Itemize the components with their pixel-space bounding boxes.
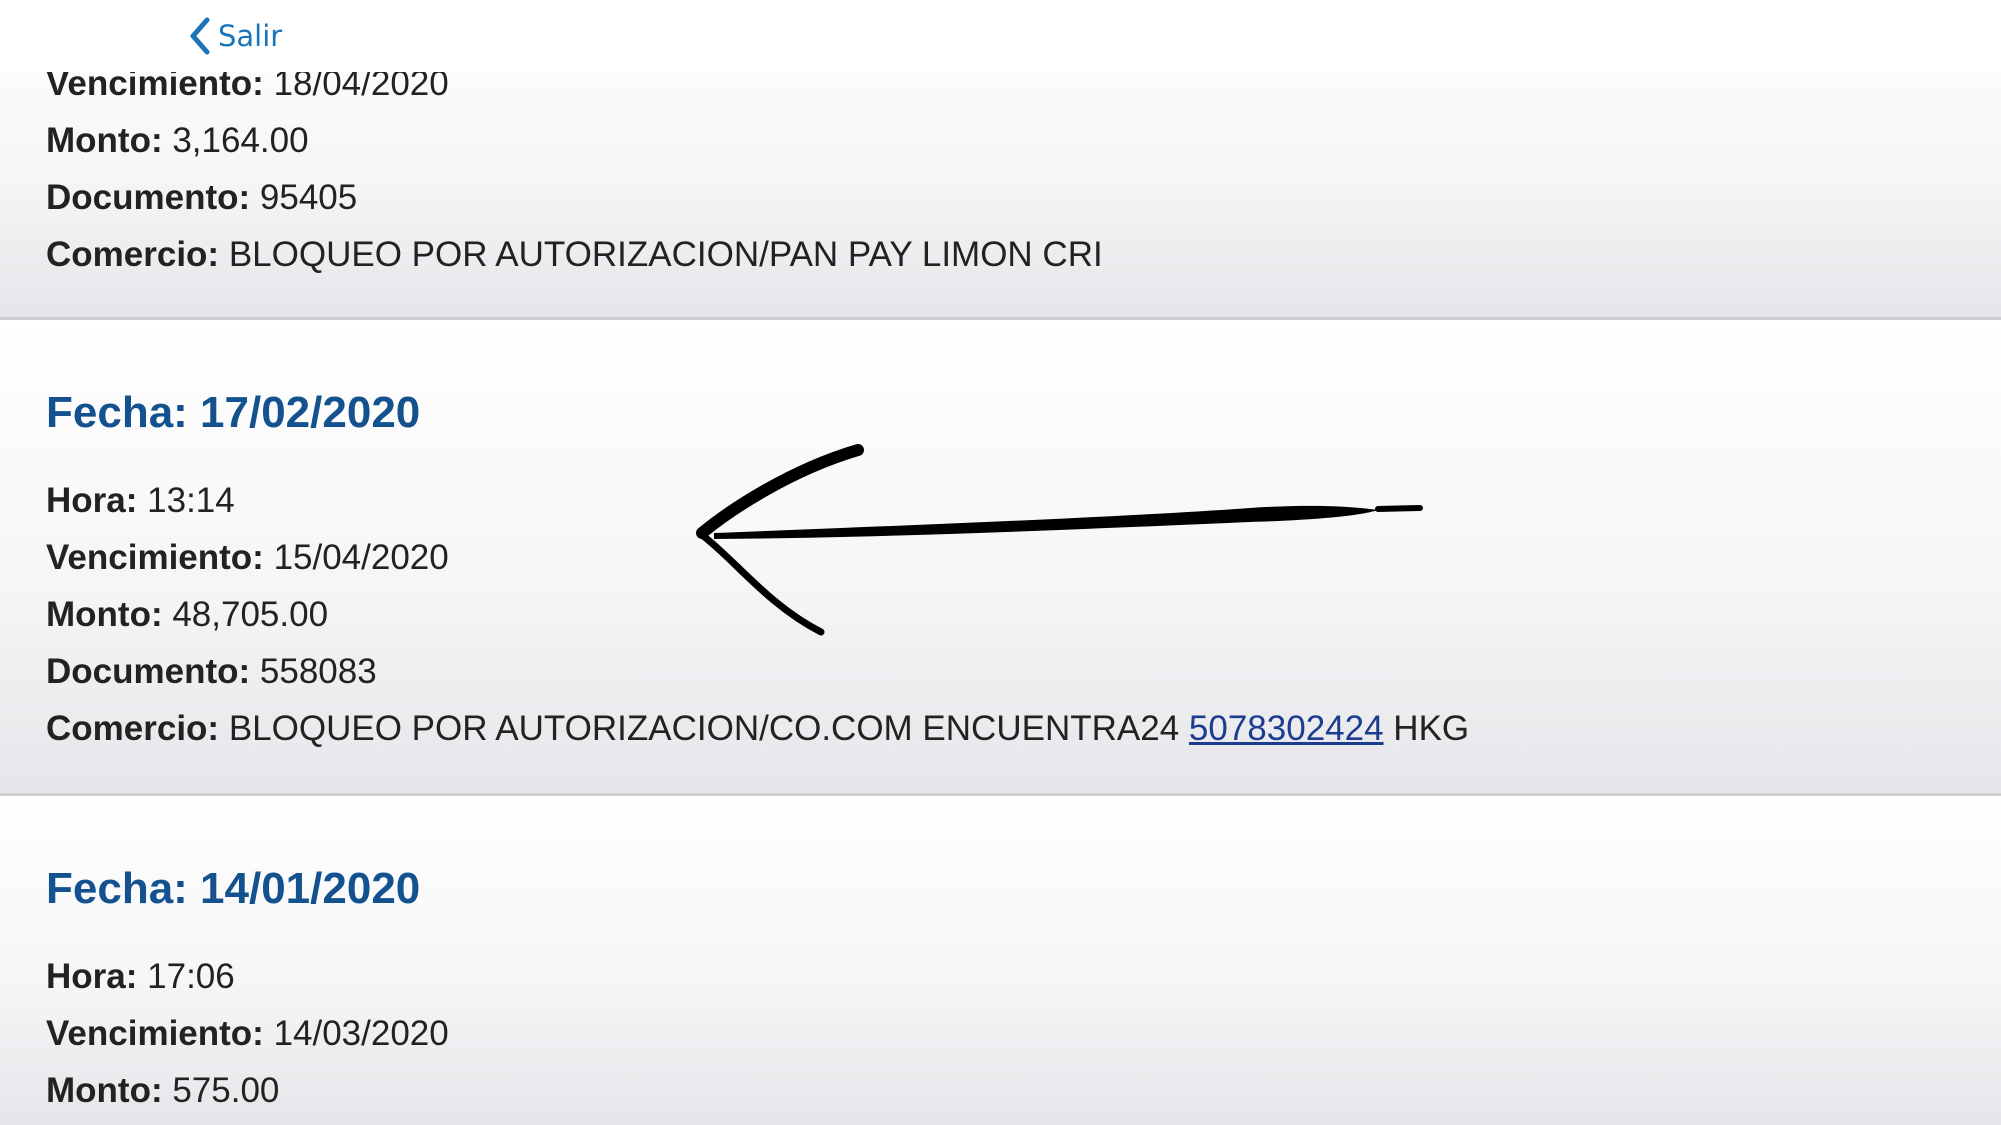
monto-row: Monto: 575.00: [46, 1071, 279, 1111]
documento-label: Documento:: [46, 178, 251, 217]
monto-label: Monto:: [46, 1071, 163, 1110]
vencimiento-value: 15/04/2020: [273, 538, 449, 577]
vencimiento-label: Vencimiento:: [46, 1014, 264, 1053]
hora-row: Hora: 17:06: [46, 957, 235, 997]
fecha-title: Fecha: 17/02/2020: [46, 388, 421, 437]
documento-label: Documento:: [46, 652, 251, 691]
monto-label: Monto:: [46, 595, 163, 634]
hora-value: 13:14: [147, 481, 235, 520]
chevron-left-icon: [188, 16, 212, 56]
arrow-tail: [1375, 505, 1423, 512]
vencimiento-row: Vencimiento: 14/03/2020: [46, 1014, 449, 1054]
comercio-label: Comercio:: [46, 235, 220, 274]
top-nav-bar: Salir: [0, 0, 2001, 72]
arrow-head-lower: [698, 531, 825, 636]
hora-row: Hora: 13:14: [46, 481, 235, 521]
comercio-row: Comercio: BLOQUEO POR AUTORIZACION/PAN P…: [46, 235, 1103, 275]
arrow-shaft: [714, 505, 1378, 539]
comercio-suffix: HKG: [1393, 709, 1470, 748]
fecha-title: Fecha: 14/01/2020: [46, 864, 421, 913]
comercio-value: BLOQUEO POR AUTORIZACION/PAN PAY LIMON C…: [228, 235, 1103, 274]
comercio-row: Comercio: BLOQUEO POR AUTORIZACION/CO.CO…: [46, 709, 1469, 749]
hora-label: Hora:: [46, 481, 138, 520]
monto-label: Monto:: [46, 121, 163, 160]
back-label: Salir: [218, 19, 283, 53]
vencimiento-value: 14/03/2020: [273, 1014, 449, 1053]
monto-row: Monto: 48,705.00: [46, 595, 328, 635]
vencimiento-row: Vencimiento: 15/04/2020: [46, 538, 449, 578]
comercio-label: Comercio:: [46, 709, 220, 748]
vencimiento-label: Vencimiento:: [46, 538, 264, 577]
back-button[interactable]: Salir: [188, 12, 282, 60]
documento-row: Documento: 95405: [46, 178, 357, 218]
phone-link[interactable]: 5078302424: [1189, 709, 1384, 748]
transaction-card: Fecha: 14/01/2020 Hora: 17:06 Vencimient…: [0, 796, 2001, 1125]
documento-value: 558083: [259, 652, 377, 691]
page: Vencimiento: 18/04/2020 Monto: 3,164.00 …: [0, 0, 2001, 1125]
monto-row: Monto: 3,164.00: [46, 121, 309, 161]
monto-value: 3,164.00: [172, 121, 309, 160]
monto-value: 48,705.00: [172, 595, 329, 634]
monto-value: 575.00: [172, 1071, 280, 1110]
comercio-value: BLOQUEO POR AUTORIZACION/CO.COM ENCUENTR…: [228, 709, 1180, 748]
hand-drawn-arrow-icon: [696, 444, 1423, 636]
hora-label: Hora:: [46, 957, 138, 996]
documento-value: 95405: [259, 178, 358, 217]
hora-value: 17:06: [147, 957, 235, 996]
arrow-head-upper: [696, 444, 864, 539]
documento-row: Documento: 558083: [46, 652, 377, 692]
